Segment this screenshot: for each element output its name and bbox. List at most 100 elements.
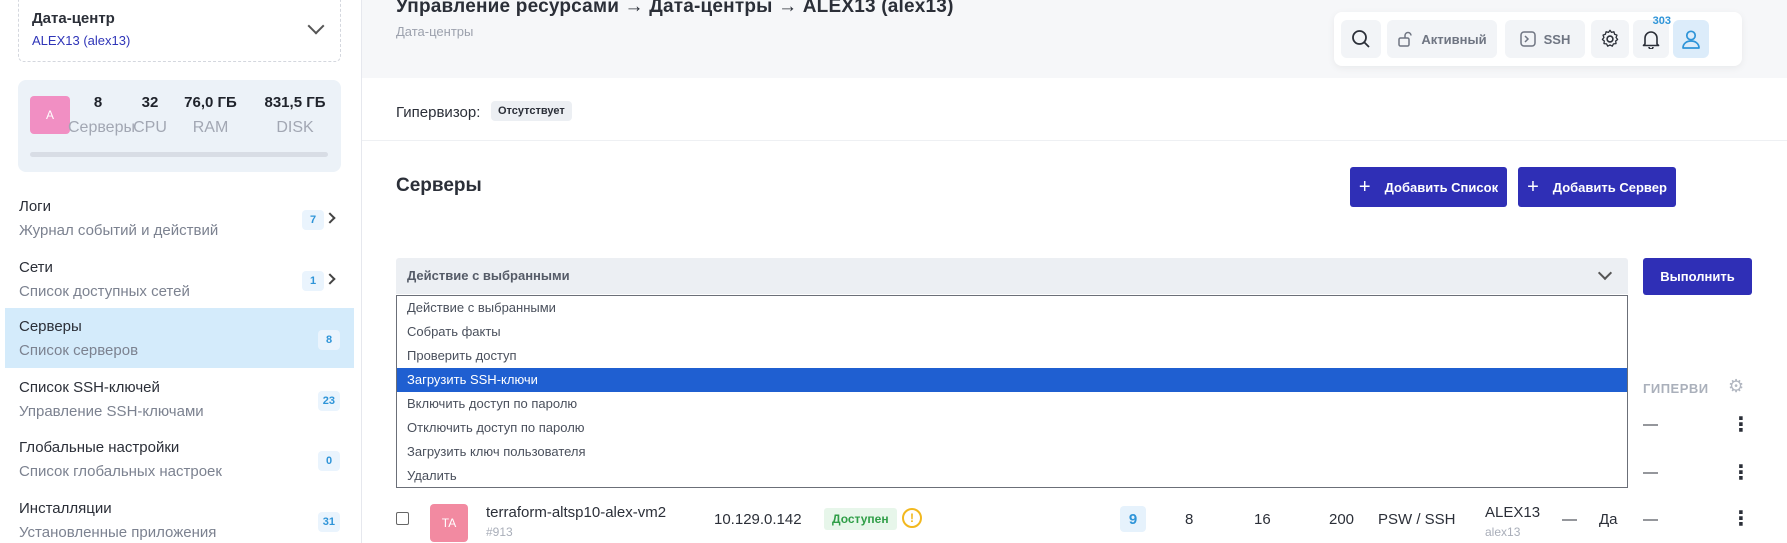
- sidebar-item-subtitle: Список глобальных настроек: [19, 463, 222, 480]
- count-badge[interactable]: 9: [1120, 506, 1146, 532]
- plus-icon: +: [1527, 176, 1539, 198]
- server-name[interactable]: terraform-altsp10-alex-vm2: [486, 504, 666, 521]
- dropdown-option[interactable]: Загрузить ключ пользователя: [397, 440, 1627, 464]
- sidebar-item-logs[interactable]: Логи Журнал событий и действий 7: [5, 188, 354, 248]
- hypervisor-badge: Отсутствует: [491, 101, 572, 121]
- dropdown-option[interactable]: Отключить доступ по паролю: [397, 416, 1627, 440]
- datacenter-label: Дата-центр: [32, 10, 115, 27]
- server-flag: Да: [1599, 511, 1618, 528]
- bulk-action-select[interactable]: Действие с выбранными: [396, 258, 1628, 294]
- more-vertical-icon[interactable]: ⋮: [1731, 506, 1751, 531]
- sidebar-item-networks[interactable]: Сети Список доступных сетей 1: [5, 249, 354, 309]
- add-server-button[interactable]: + Добавить Сервер: [1518, 167, 1676, 207]
- sidebar-item-title: Инсталляции: [19, 500, 112, 517]
- terminal-icon: [1519, 31, 1536, 47]
- server-datacenter-sub: alex13: [1485, 525, 1521, 539]
- active-status-button[interactable]: Активный: [1387, 20, 1497, 58]
- dropdown-option[interactable]: Действие с выбранными: [397, 296, 1627, 320]
- row-dash: —: [1562, 511, 1577, 528]
- count-badge: 31: [317, 512, 340, 532]
- sidebar-item-installations[interactable]: Инсталляции Установленные приложения 31: [5, 490, 354, 543]
- avatar: A: [30, 96, 70, 134]
- server-ram: 16: [1254, 511, 1271, 528]
- datacenter-selector[interactable]: Дата-центр ALEX13 (alex13): [18, 0, 341, 62]
- ssh-label: SSH: [1543, 31, 1571, 47]
- stat-label: RAM: [192, 119, 229, 136]
- column-settings-gear-icon[interactable]: ⚙: [1728, 376, 1744, 397]
- dropdown-option-selected[interactable]: Загрузить SSH-ключи: [397, 368, 1627, 392]
- sidebar-item-ssh-keys[interactable]: Список SSH-ключей Управление SSH-ключами…: [5, 369, 354, 429]
- sidebar-item-subtitle: Список серверов: [19, 342, 139, 359]
- dropdown-option[interactable]: Собрать факты: [397, 320, 1627, 344]
- table-row: TA terraform-altsp10-alex-vm2 #913 10.12…: [362, 494, 1787, 543]
- execute-button[interactable]: Выполнить: [1643, 258, 1752, 295]
- sidebar-item-title: Список SSH-ключей: [19, 379, 160, 396]
- add-list-label: Добавить Список: [1384, 179, 1499, 195]
- count-badge: 8: [318, 330, 340, 350]
- stat-label: Серверы: [68, 119, 135, 136]
- user-button[interactable]: [1673, 20, 1709, 58]
- select-value: Действие с выбранными: [407, 268, 570, 283]
- stat-value: 8: [93, 94, 103, 111]
- top-toolbar: Активный SSH 303: [1334, 12, 1742, 66]
- dropdown-option[interactable]: Удалить: [397, 464, 1627, 488]
- more-vertical-icon[interactable]: ⋮: [1731, 412, 1751, 437]
- breadcrumb: Управление ресурсами → Дата-центры → ALE…: [396, 0, 954, 17]
- server-disk: 200: [1329, 511, 1355, 528]
- column-header-hypervisor[interactable]: ГИПЕРВИ: [1643, 381, 1709, 396]
- stat-ram: 76,0 ГБ RAM: [173, 94, 248, 137]
- add-server-label: Добавить Сервер: [1552, 179, 1667, 195]
- stat-cpu: 32 CPU: [130, 94, 170, 137]
- sidebar: Дата-центр ALEX13 (alex13) A 8 Серверы 3…: [0, 0, 362, 543]
- server-ip: 10.129.0.142: [714, 511, 802, 528]
- search-button[interactable]: [1341, 20, 1381, 58]
- servers-title: Серверы: [396, 175, 482, 196]
- stat-value: 831,5 ГБ: [264, 94, 326, 111]
- datacenter-stats: A 8 Серверы 32 CPU 76,0 ГБ RAM 831,5 ГБ …: [18, 80, 341, 172]
- dropdown-option[interactable]: Проверить доступ: [397, 344, 1627, 368]
- sidebar-item-servers[interactable]: Серверы Список серверов 8: [5, 308, 354, 368]
- warning-icon[interactable]: !: [902, 508, 922, 528]
- stat-servers: 8 Серверы: [68, 94, 135, 137]
- unlock-icon: [1398, 31, 1413, 47]
- chevron-down-icon[interactable]: [1597, 265, 1613, 281]
- status-badge: Доступен: [824, 508, 897, 530]
- ssh-button[interactable]: SSH: [1505, 20, 1585, 58]
- active-label: Активный: [1421, 31, 1487, 47]
- hypervisor-panel: Гипервизор: Отсутствует: [362, 78, 1787, 140]
- breadcrumb-subtitle[interactable]: Дата-центры: [396, 24, 473, 39]
- sidebar-item-subtitle: Установленные приложения: [19, 524, 217, 541]
- sidebar-item-subtitle: Журнал событий и действий: [19, 222, 219, 239]
- dropdown-option[interactable]: Включить доступ по паролю: [397, 392, 1627, 416]
- count-badge: 0: [318, 451, 340, 471]
- settings-button[interactable]: [1591, 20, 1629, 58]
- hypervisor-label: Гипервизор:: [396, 104, 481, 121]
- gear-icon: [1601, 29, 1619, 47]
- server-id: #913: [486, 525, 513, 539]
- main-content: Управление ресурсами → Дата-центры → ALE…: [362, 0, 1787, 543]
- row-dash: —: [1643, 511, 1658, 528]
- notifications-button[interactable]: 303: [1633, 15, 1671, 58]
- server-access: PSW / SSH: [1378, 511, 1456, 528]
- row-dash: —: [1643, 416, 1658, 433]
- sidebar-item-title: Серверы: [19, 318, 82, 335]
- sidebar-item-title: Сети: [19, 259, 53, 276]
- sidebar-item-global-settings[interactable]: Глобальные настройки Список глобальных н…: [5, 429, 354, 489]
- count-badge: 23: [317, 391, 340, 411]
- user-icon: [1682, 30, 1700, 49]
- datacenter-value: ALEX13 (alex13): [32, 33, 131, 48]
- server-avatar: TA: [430, 504, 468, 542]
- sidebar-item-subtitle: Список доступных сетей: [19, 283, 190, 300]
- bulk-action-dropdown: Действие с выбранными Собрать факты Пров…: [396, 295, 1628, 488]
- row-checkbox[interactable]: [396, 512, 409, 525]
- sidebar-item-subtitle: Управление SSH-ключами: [19, 403, 204, 420]
- more-vertical-icon[interactable]: ⋮: [1731, 460, 1751, 485]
- stat-value: 76,0 ГБ: [184, 94, 237, 111]
- bell-icon: [1642, 31, 1660, 49]
- server-cpu: 8: [1185, 511, 1194, 528]
- usage-bar: [30, 152, 328, 157]
- count-badge: 1: [302, 271, 324, 291]
- count-badge: 7: [302, 210, 324, 230]
- add-list-button[interactable]: + Добавить Список: [1350, 167, 1507, 207]
- server-datacenter: ALEX13: [1485, 504, 1541, 521]
